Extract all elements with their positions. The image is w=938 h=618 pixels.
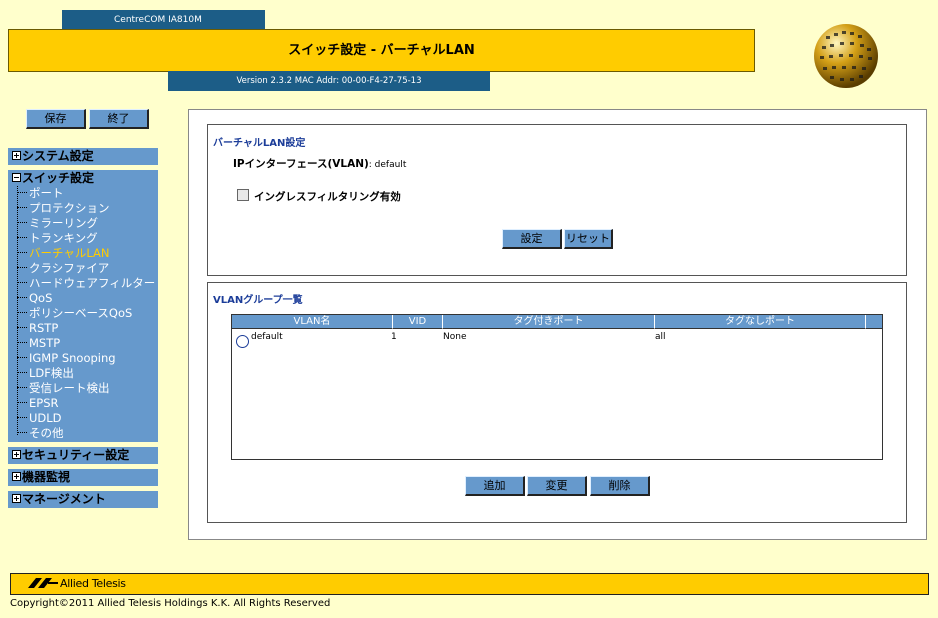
version-mac-info: Version 2.3.2 MAC Addr: 00-00-F4-27-75-1… xyxy=(168,71,490,91)
menu-system-settings[interactable]: システム設定 xyxy=(8,148,158,165)
menu-security-settings[interactable]: セキュリティー設定 xyxy=(8,447,158,464)
globe-logo-icon xyxy=(814,24,878,88)
ip-interface-label: IPインターフェース(VLAN) xyxy=(233,158,369,170)
ip-interface-value: : default xyxy=(368,160,407,170)
sidebar-item-other[interactable]: その他 xyxy=(17,426,64,441)
edit-button[interactable]: 変更 xyxy=(527,476,587,496)
menu-device-monitor[interactable]: 機器監視 xyxy=(8,469,158,486)
cell-vid: 1 xyxy=(391,332,397,342)
copyright-text: Copyright©2011 Allied Telesis Holdings K… xyxy=(10,598,331,609)
menu-monitor-label: 機器監視 xyxy=(22,470,71,484)
page-title: スイッチ設定 - バーチャルLAN xyxy=(8,29,755,72)
expand-plus-icon xyxy=(12,494,21,503)
menu-system-label: システム設定 xyxy=(22,149,94,163)
sidebar-item-qos[interactable]: QoS xyxy=(17,291,52,306)
collapse-minus-icon xyxy=(12,173,21,182)
ip-interface-row: IPインターフェース(VLAN): default xyxy=(233,156,406,171)
col-header-untagged-ports[interactable]: タグなしポート xyxy=(655,315,866,329)
sidebar-item-virtual-lan[interactable]: バーチャルLAN xyxy=(17,246,110,261)
sidebar-item-epsr[interactable]: EPSR xyxy=(17,396,59,411)
menu-switch-label: スイッチ設定 xyxy=(22,171,95,185)
expand-plus-icon xyxy=(12,450,21,459)
cell-untagged-ports: all xyxy=(655,332,666,342)
sidebar-item-rx-rate[interactable]: 受信レート検出 xyxy=(17,381,110,396)
sidebar-item-igmp-snooping[interactable]: IGMP Snooping xyxy=(17,351,116,366)
allied-telesis-mark-icon xyxy=(28,578,58,588)
sidebar-item-hardware-filter[interactable]: ハードウェアフィルター xyxy=(17,276,155,291)
sidebar-item-mstp[interactable]: MSTP xyxy=(17,336,60,351)
sidebar-item-ldf[interactable]: LDF検出 xyxy=(17,366,74,381)
ingress-filter-label: イングレスフィルタリング有効 xyxy=(254,191,401,203)
expand-plus-icon xyxy=(12,151,21,160)
sidebar-item-rstp[interactable]: RSTP xyxy=(17,321,58,336)
sidebar-item-classifier[interactable]: クラシファイア xyxy=(17,261,109,276)
row-select-radio[interactable] xyxy=(236,335,249,348)
reset-button[interactable]: リセット xyxy=(564,229,613,249)
sidebar-item-udld[interactable]: UDLD xyxy=(17,411,62,426)
sidebar-item-protection[interactable]: プロテクション xyxy=(17,201,110,216)
menu-management-label: マネージメント xyxy=(22,492,106,506)
delete-button[interactable]: 削除 xyxy=(590,476,650,496)
exit-button[interactable]: 終了 xyxy=(89,109,149,129)
menu-security-label: セキュリティー設定 xyxy=(22,448,130,462)
vlan-settings-title: バーチャルLAN設定 xyxy=(213,138,306,149)
col-header-vlan-name[interactable]: VLAN名 xyxy=(232,315,393,329)
col-header-vid[interactable]: VID xyxy=(393,315,443,329)
ingress-filter-checkbox[interactable] xyxy=(237,189,249,201)
sidebar-item-port[interactable]: ポート xyxy=(17,186,64,201)
cell-tagged-ports: None xyxy=(443,332,467,342)
sidebar-item-mirroring[interactable]: ミラーリング xyxy=(17,216,98,231)
allied-telesis-logo: Allied Telesis xyxy=(28,575,126,591)
cell-vlan-name: default xyxy=(251,332,283,342)
footer-bar xyxy=(10,573,929,595)
save-button[interactable]: 保存 xyxy=(26,109,86,129)
expand-plus-icon xyxy=(12,472,21,481)
menu-management[interactable]: マネージメント xyxy=(8,491,158,508)
logo-text: Allied Telesis xyxy=(60,576,126,590)
table-row[interactable]: default 1 None all xyxy=(232,330,882,352)
vlan-table: VLAN名 VID タグ付きポート タグなしポート default 1 None… xyxy=(231,314,883,460)
vlan-group-title: VLANグループ一覧 xyxy=(213,295,303,306)
add-button[interactable]: 追加 xyxy=(465,476,525,496)
sidebar-item-policy-qos[interactable]: ポリシーベースQoS xyxy=(17,306,132,321)
col-header-spacer xyxy=(866,315,882,329)
sidebar-item-trunking[interactable]: トランキング xyxy=(17,231,98,246)
menu-switch-settings[interactable]: スイッチ設定 xyxy=(8,170,158,187)
model-name-tab: CentreCOM IA810M xyxy=(62,10,265,30)
col-header-tagged-ports[interactable]: タグ付きポート xyxy=(443,315,655,329)
set-button[interactable]: 設定 xyxy=(502,229,562,249)
